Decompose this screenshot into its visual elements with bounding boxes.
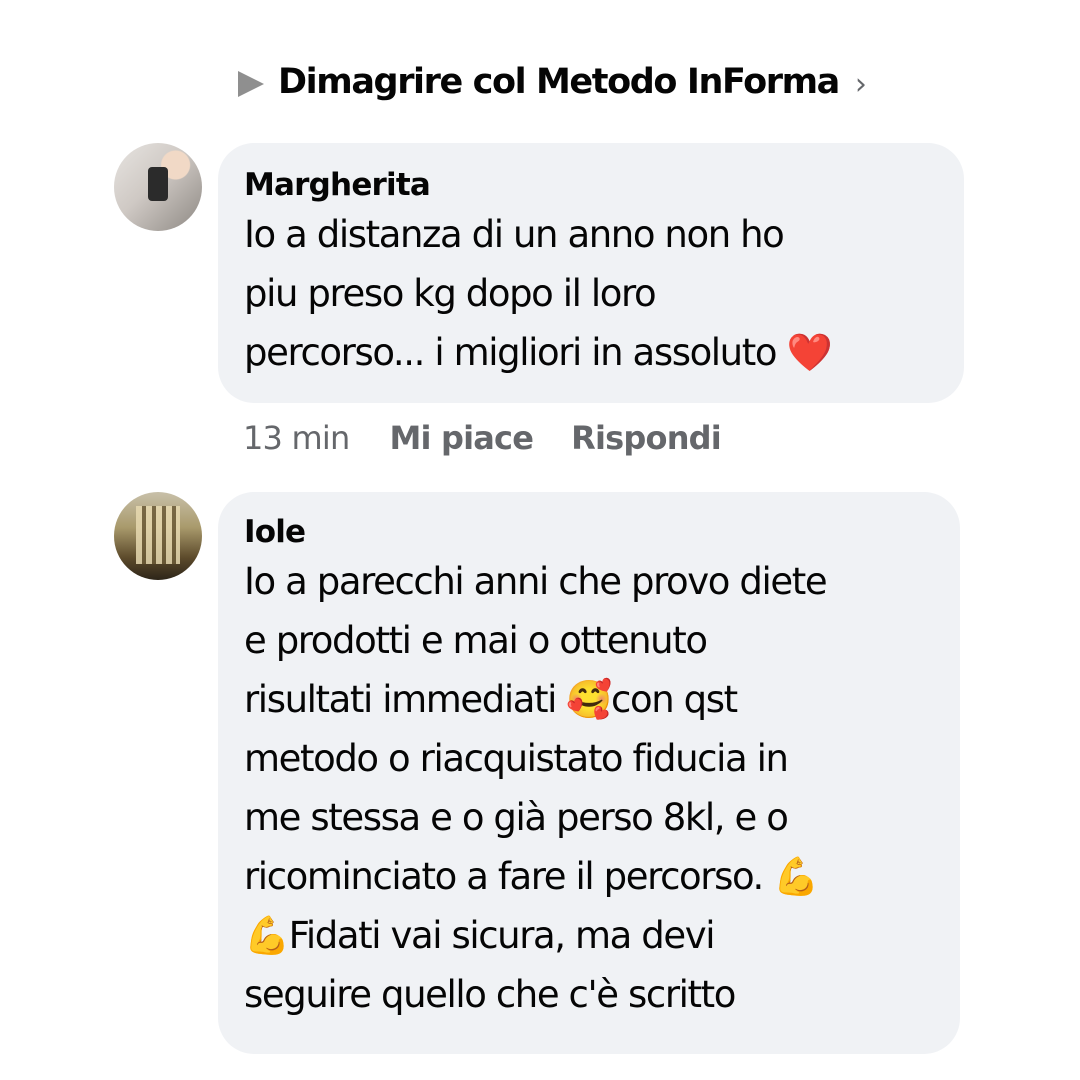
comment-bubble-iole: Iole Io a parecchi anni che provo diete … [218, 492, 960, 1054]
comment-author[interactable]: Iole [244, 512, 936, 552]
chevron-right-icon[interactable]: › [855, 67, 867, 102]
comment-text: Io a distanza di un anno non ho piu pres… [244, 205, 940, 382]
comment-text-line: percorso... i migliori in assoluto ❤️ [244, 331, 833, 374]
comment-text-line: piu preso kg dopo il loro [244, 272, 657, 315]
comment-text-line: e prodotti e mai o ottenuto [244, 619, 708, 662]
comment-text-line: Io a distanza di un anno non ho [244, 213, 785, 256]
comment-text-line: metodo o riacquistato fiducia in [244, 737, 789, 780]
comment-text-line: risultati immediati 🥰con qst [244, 678, 738, 721]
group-header[interactable]: Dimagrire col Metodo InForma › [238, 56, 867, 108]
group-name[interactable]: Dimagrire col Metodo InForma [278, 62, 840, 102]
comment-text-line: 💪Fidati vai sicura, ma devi [244, 914, 716, 957]
comment-actions: 13 min Mi piace Rispondi [243, 416, 722, 460]
comment-text-line: seguire quello che c'è scritto [244, 973, 736, 1016]
comment-bubble-margherita: Margherita Io a distanza di un anno non … [218, 143, 964, 403]
avatar-margherita[interactable] [114, 143, 202, 231]
avatar-iole[interactable] [114, 492, 202, 580]
like-button[interactable]: Mi piace [389, 419, 534, 457]
comment-timestamp[interactable]: 13 min [243, 419, 350, 457]
reply-button[interactable]: Rispondi [571, 419, 722, 457]
comment-text-line: me stessa e o già perso 8kl, e o [244, 796, 789, 839]
comment-author[interactable]: Margherita [244, 165, 940, 205]
comment-text-line: ricominciato a fare il percorso. 💪 [244, 855, 819, 898]
comment-text: Io a parecchi anni che provo diete e pro… [244, 552, 936, 1024]
comment-text-line: Io a parecchi anni che provo diete [244, 560, 828, 603]
play-triangle-icon [238, 71, 264, 97]
